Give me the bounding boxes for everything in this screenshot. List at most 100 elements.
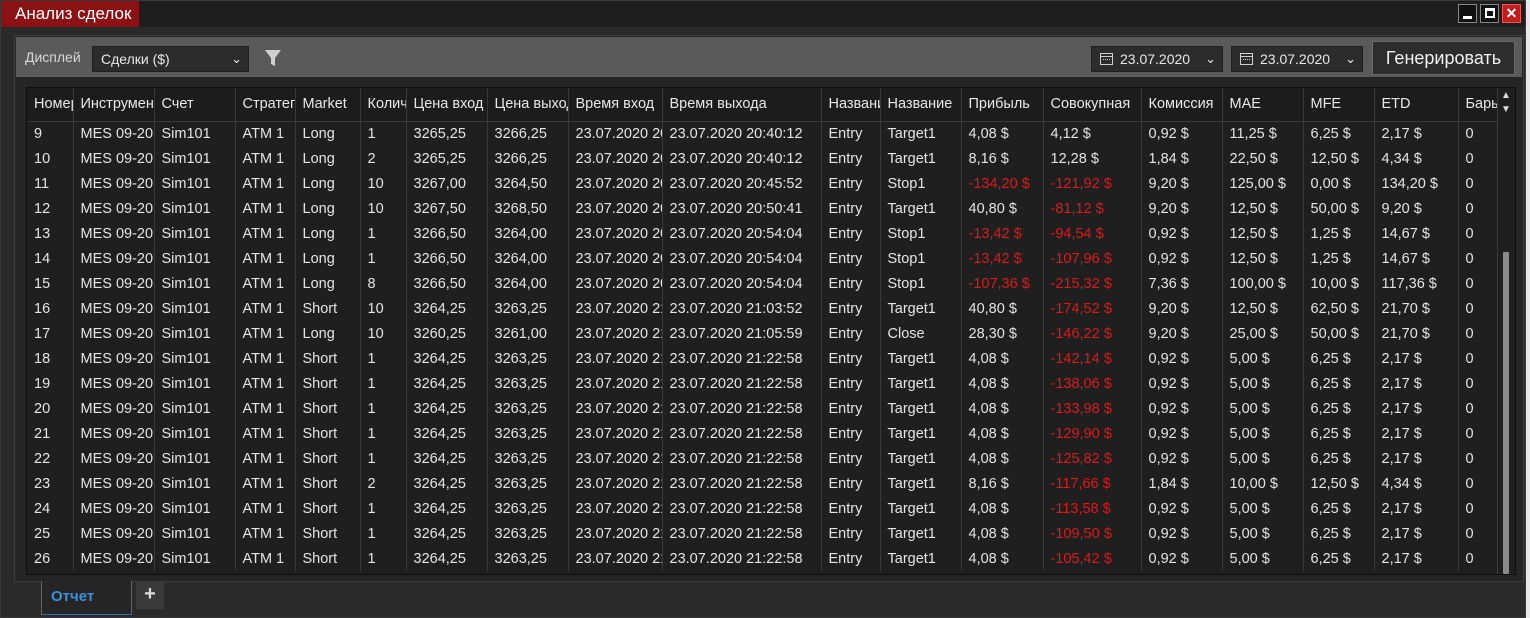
column-header-label: Комиссия [1148, 96, 1214, 113]
scroll-down-icon[interactable]: ▼ [1501, 104, 1511, 115]
table-cell: ATM 1 [235, 346, 296, 371]
vertical-scrollbar[interactable]: ▲ ▼ [1497, 88, 1515, 574]
table-cell: 125,00 $ [1222, 171, 1304, 196]
maximize-icon [1485, 8, 1495, 18]
date-from-picker[interactable]: 23.07.2020 ⌄ [1091, 46, 1223, 72]
table-cell: MES 09-20 [73, 246, 155, 271]
table-cell: 23.07.2020 21:05:59 [662, 321, 822, 346]
table-cell: 0,92 $ [1141, 496, 1223, 521]
table-row[interactable]: 13 MES 09-20 Sim101 ATM 1 Long 1 3266,50 3264,0… [27, 221, 1501, 246]
generate-button[interactable]: Генерировать [1372, 41, 1515, 75]
column-header[interactable]: Market [295, 88, 361, 122]
table-cell: Target1 [880, 446, 962, 471]
table-cell: 1 [360, 546, 407, 571]
table-cell: Short [295, 371, 361, 396]
table-cell: 1,84 $ [1141, 146, 1223, 171]
display-select-value: Сделки ($) [101, 51, 170, 67]
column-header[interactable]: Время вход [568, 88, 663, 122]
table-cell: 23.07.2020 21:22:58 [568, 421, 663, 446]
column-header[interactable]: ETD [1374, 88, 1459, 122]
table-cell: 23.07.2020 21:22:58 [662, 346, 822, 371]
maximize-button[interactable] [1480, 4, 1499, 23]
filter-icon[interactable] [264, 48, 282, 68]
table-cell: -105,42 $ [1043, 546, 1142, 571]
column-header[interactable]: MAE [1222, 88, 1304, 122]
table-cell: Target1 [880, 496, 962, 521]
column-header[interactable]: Счет [154, 88, 236, 122]
table-cell: 0,92 $ [1141, 421, 1223, 446]
add-tab-button[interactable]: + [136, 581, 164, 609]
table-cell: Short [295, 496, 361, 521]
display-select[interactable]: Сделки ($) ⌄ [92, 46, 249, 72]
table-cell: 0 [1458, 421, 1501, 446]
column-header[interactable]: Количество [360, 88, 407, 122]
table-row[interactable]: 14 MES 09-20 Sim101 ATM 1 Long 1 3266,50 3264,0… [27, 246, 1501, 271]
table-row[interactable]: 9 MES 09-20 Sim101 ATM 1 Long 1 3265,25 3266,25… [27, 121, 1501, 146]
column-header[interactable]: Номер [27, 88, 74, 122]
table-cell: ATM 1 [235, 271, 296, 296]
table-cell: 0 [1458, 271, 1501, 296]
table-cell: 10 [360, 321, 407, 346]
table-row[interactable]: 22 MES 09-20 Sim101 ATM 1 Short 1 3264,25 3263,… [27, 446, 1501, 471]
scroll-thumb[interactable] [1503, 252, 1509, 574]
column-header[interactable]: Совокупная [1043, 88, 1142, 122]
table-cell: 40,80 $ [961, 296, 1044, 321]
table-cell: 23.07.2020 21:22:58 [662, 396, 822, 421]
column-header[interactable]: Прибыль [961, 88, 1044, 122]
column-header[interactable]: Комиссия [1141, 88, 1223, 122]
table-row[interactable]: 21 MES 09-20 Sim101 ATM 1 Short 1 3264,25 3263,… [27, 421, 1501, 446]
table-cell: Close [880, 321, 962, 346]
table-cell: 17 [27, 321, 74, 346]
table-row[interactable]: 23 MES 09-20 Sim101 ATM 1 Short 2 3264,25 3263,… [27, 471, 1501, 496]
column-header[interactable]: Название [821, 88, 881, 122]
table-row[interactable]: 24 MES 09-20 Sim101 ATM 1 Short 1 3264,25 3263,… [27, 496, 1501, 521]
table-cell: 6,25 $ [1303, 346, 1375, 371]
table-cell: 0 [1458, 171, 1501, 196]
tab-report[interactable]: Отчет [41, 581, 132, 615]
table-cell: 25,00 $ [1222, 321, 1304, 346]
column-header[interactable]: Стратегия [235, 88, 296, 122]
table-cell: -109,50 $ [1043, 521, 1142, 546]
table-row[interactable]: 19 MES 09-20 Sim101 ATM 1 Short 1 3264,25 3263,… [27, 371, 1501, 396]
table-cell: 3264,25 [406, 446, 488, 471]
table-cell: Short [295, 471, 361, 496]
table-cell: MES 09-20 [73, 321, 155, 346]
table-cell: 2 [360, 471, 407, 496]
table-cell: MES 09-20 [73, 371, 155, 396]
scroll-up-icon[interactable]: ▲ [1501, 90, 1511, 101]
title-bar[interactable]: Анализ сделок ✕ [1, 1, 1525, 27]
table-cell: ATM 1 [235, 521, 296, 546]
table-row[interactable]: 10 MES 09-20 Sim101 ATM 1 Long 2 3265,25 3266,2… [27, 146, 1501, 171]
column-header[interactable]: Бары [1458, 88, 1501, 122]
table-cell: MES 09-20 [73, 296, 155, 321]
table-row[interactable]: 18 MES 09-20 Sim101 ATM 1 Short 1 3264,25 3263,… [27, 346, 1501, 371]
table-row[interactable]: 12 MES 09-20 Sim101 ATM 1 Long 10 3267,50 3268,… [27, 196, 1501, 221]
table-cell: Sim101 [154, 321, 236, 346]
table-row[interactable]: 17 MES 09-20 Sim101 ATM 1 Long 10 3260,25 3261,… [27, 321, 1501, 346]
table-cell: 3263,25 [487, 446, 569, 471]
column-header[interactable]: Инструмент▲ [73, 88, 155, 122]
column-header[interactable]: MFE [1303, 88, 1375, 122]
table-cell: 5,00 $ [1222, 396, 1304, 421]
table-cell: 0 [1458, 396, 1501, 421]
table-row[interactable]: 11 MES 09-20 Sim101 ATM 1 Long 10 3267,00 3264,… [27, 171, 1501, 196]
table-cell: Entry [821, 446, 881, 471]
table-row[interactable]: 26 MES 09-20 Sim101 ATM 1 Short 1 3264,25 3263,… [27, 546, 1501, 571]
table-cell: -94,54 $ [1043, 221, 1142, 246]
column-header[interactable]: Цена выход [487, 88, 569, 122]
table-cell: ATM 1 [235, 221, 296, 246]
column-header[interactable]: Цена вход [406, 88, 488, 122]
minimize-button[interactable] [1458, 4, 1477, 23]
table-cell: 3266,50 [406, 246, 488, 271]
table-row[interactable]: 20 MES 09-20 Sim101 ATM 1 Short 1 3264,25 3263,… [27, 396, 1501, 421]
column-header[interactable]: Время выхода [662, 88, 822, 122]
column-header[interactable]: Название [880, 88, 962, 122]
column-header-label: Название [828, 96, 880, 113]
table-row[interactable]: 16 MES 09-20 Sim101 ATM 1 Short 10 3264,25 3263… [27, 296, 1501, 321]
table-cell: Long [295, 146, 361, 171]
date-to-picker[interactable]: 23.07.2020 ⌄ [1231, 46, 1363, 72]
close-button[interactable]: ✕ [1502, 4, 1521, 23]
table-cell: 23.07.2020 20:45:52 [662, 171, 822, 196]
table-row[interactable]: 25 MES 09-20 Sim101 ATM 1 Short 1 3264,25 3263,… [27, 521, 1501, 546]
table-row[interactable]: 15 MES 09-20 Sim101 ATM 1 Long 8 3266,50 3264,0… [27, 271, 1501, 296]
